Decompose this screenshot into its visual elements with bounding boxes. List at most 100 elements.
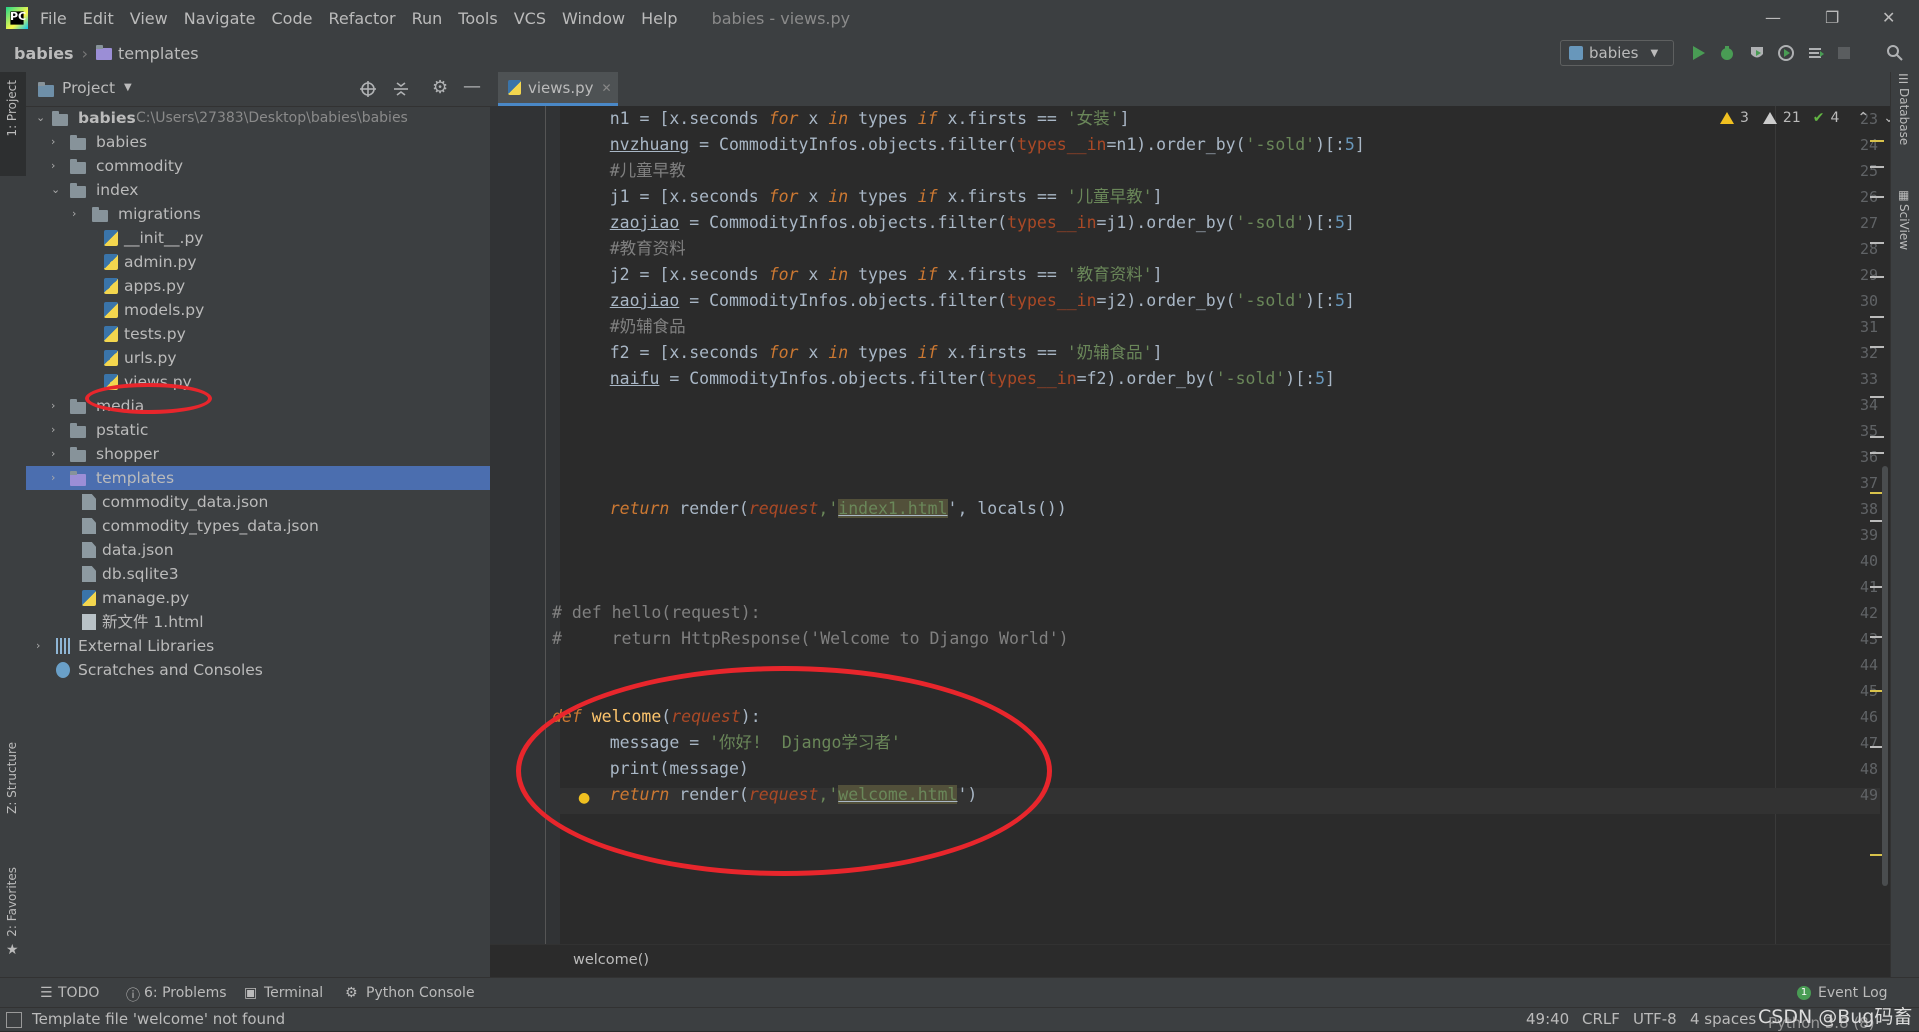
tab-views-py[interactable]: views.py ✕ <box>498 72 618 106</box>
sciview-tool-tab[interactable]: SciView <box>1897 204 1911 250</box>
chevron-right-icon[interactable]: › <box>36 640 46 651</box>
code-text: x.firsts == <box>937 187 1067 206</box>
tree-label: tests.py <box>124 325 186 343</box>
hide-panel-icon[interactable]: — <box>463 76 481 97</box>
event-log-tool-button[interactable]: Event Log <box>1818 985 1888 1001</box>
problems-icon: ⓘ <box>126 988 140 1004</box>
todo-tool-button[interactable]: TODO <box>58 985 99 1001</box>
chevron-right-icon[interactable]: › <box>51 136 61 147</box>
json-file-icon <box>82 494 96 510</box>
tree-item-shopper[interactable]: › shopper <box>26 442 490 466</box>
tree-item-migrations[interactable]: › migrations <box>26 202 490 226</box>
tree-item-manage-py[interactable]: manage.py <box>26 586 490 610</box>
tree-item-pstatic[interactable]: › pstatic <box>26 418 490 442</box>
project-view-title[interactable]: Project <box>62 79 115 97</box>
coverage-icon[interactable] <box>1748 44 1766 62</box>
close-tab-icon[interactable]: ✕ <box>602 81 612 95</box>
menu-file[interactable]: File <box>40 9 67 28</box>
terminal-tool-button[interactable]: Terminal <box>264 985 323 1001</box>
tree-item-scratches[interactable]: Scratches and Consoles <box>26 658 490 682</box>
tree-item-commodity-types-data-json[interactable]: commodity_types_data.json <box>26 514 490 538</box>
tree-item-babies[interactable]: › babies <box>26 130 490 154</box>
menu-tools[interactable]: Tools <box>458 9 497 28</box>
string-literal: '-sold' <box>1215 369 1286 388</box>
status-toggle-icon[interactable] <box>6 1012 22 1028</box>
tree-item-admin-py[interactable]: admin.py <box>26 250 490 274</box>
menu-help[interactable]: Help <box>641 9 677 28</box>
keyword: in <box>828 187 849 206</box>
project-tool-tab[interactable]: 1: Project <box>5 80 19 137</box>
menu-window[interactable]: Window <box>562 9 625 28</box>
menu-vcs[interactable]: VCS <box>514 9 546 28</box>
tree-item-index[interactable]: ⌄ index <box>26 178 490 202</box>
run-configuration-selector[interactable]: babies ▼ <box>1560 40 1674 66</box>
tree-label: shopper <box>96 445 159 463</box>
number-literal: 5 <box>1334 291 1345 310</box>
debug-icon[interactable] <box>1718 44 1736 62</box>
structure-tool-tab[interactable]: Z: Structure <box>5 742 19 814</box>
variable: zaojiao <box>609 213 680 232</box>
tree-item-external-libraries[interactable]: › External Libraries <box>26 634 490 658</box>
comment: #儿童早教 <box>609 161 686 180</box>
minimize-icon[interactable]: — <box>1765 8 1781 27</box>
file-encoding[interactable]: UTF-8 <box>1633 1010 1677 1028</box>
typo-check-icon: ✔ <box>1812 110 1825 126</box>
gear-icon[interactable]: ⚙ <box>432 77 448 98</box>
stop-icon[interactable] <box>1835 44 1853 62</box>
tree-item-templates[interactable]: › templates <box>26 466 490 490</box>
chevron-right-icon[interactable]: › <box>72 208 82 219</box>
tool-window-bar: ☰ TODO ⓘ 6: Problems ▣ Terminal ⚙ Python… <box>0 977 1919 1008</box>
tree-item-db-sqlite3[interactable]: db.sqlite3 <box>26 562 490 586</box>
menu-view[interactable]: View <box>130 9 168 28</box>
line-number: 42 <box>1859 604 1878 622</box>
tree-item-tests-py[interactable]: tests.py <box>26 322 490 346</box>
tree-item-init-py[interactable]: __init__.py <box>26 226 490 250</box>
breadcrumb-folder[interactable]: templates <box>118 44 199 63</box>
tree-root-babies[interactable]: ⌄ babies C:\Users\27383\Desktop\babies\b… <box>26 106 490 130</box>
problems-tool-button[interactable]: 6: Problems <box>144 985 227 1001</box>
chevron-right-icon[interactable]: › <box>51 424 61 435</box>
close-icon[interactable]: ✕ <box>1882 8 1895 27</box>
tree-label: admin.py <box>124 253 197 271</box>
menu-navigate[interactable]: Navigate <box>184 9 256 28</box>
caret-position[interactable]: 49:40 <box>1526 1010 1569 1028</box>
previous-highlight-icon[interactable]: ⌃ <box>1857 110 1869 126</box>
chevron-right-icon[interactable]: › <box>51 400 61 411</box>
database-tool-tab[interactable]: Database <box>1897 88 1911 145</box>
locate-icon[interactable] <box>359 80 377 98</box>
search-icon[interactable] <box>1886 44 1904 62</box>
tree-item-models-py[interactable]: models.py <box>26 298 490 322</box>
inspection-widget[interactable]: 3 21 ✔ 4 ⌃ ⌄ <box>1720 110 1895 126</box>
menu-edit[interactable]: Edit <box>83 9 114 28</box>
view-dropdown-chevron-icon[interactable]: ▼ <box>124 82 132 93</box>
favorites-tool-tab[interactable]: 2: Favorites <box>5 867 19 937</box>
annotation-ellipse-welcome-function <box>516 666 1052 876</box>
line-number: 25 <box>1859 162 1878 180</box>
tree-item-commodity[interactable]: › commodity <box>26 154 490 178</box>
menu-run[interactable]: Run <box>412 9 443 28</box>
vertical-scrollbar[interactable] <box>1882 466 1888 886</box>
chevron-right-icon[interactable]: › <box>51 448 61 459</box>
concurrency-icon[interactable] <box>1807 44 1825 62</box>
folder-icon <box>70 159 86 174</box>
chevron-right-icon[interactable]: › <box>51 472 61 483</box>
tree-item-commodity-data-json[interactable]: commodity_data.json <box>26 490 490 514</box>
menu-code[interactable]: Code <box>272 9 313 28</box>
restore-icon[interactable]: ❐ <box>1825 8 1839 27</box>
collapse-all-icon[interactable] <box>392 80 410 98</box>
run-icon[interactable] <box>1689 44 1707 62</box>
tree-item-data-json[interactable]: data.json <box>26 538 490 562</box>
tree-item-urls-py[interactable]: urls.py <box>26 346 490 370</box>
tree-item-new-html[interactable]: 新文件 1.html <box>26 610 490 634</box>
indent-setting[interactable]: 4 spaces <box>1690 1010 1756 1028</box>
profile-icon[interactable] <box>1777 44 1795 62</box>
breadcrumb-project[interactable]: babies <box>14 44 74 63</box>
tree-item-apps-py[interactable]: apps.py <box>26 274 490 298</box>
line-separator[interactable]: CRLF <box>1582 1010 1620 1028</box>
chevron-down-icon[interactable]: ⌄ <box>51 184 61 195</box>
chevron-down-icon[interactable]: ⌄ <box>36 112 46 123</box>
code-breadcrumb-function[interactable]: welcome() <box>573 952 649 968</box>
menu-refactor[interactable]: Refactor <box>328 9 395 28</box>
chevron-right-icon[interactable]: › <box>51 160 61 171</box>
python-console-tool-button[interactable]: Python Console <box>366 985 475 1001</box>
